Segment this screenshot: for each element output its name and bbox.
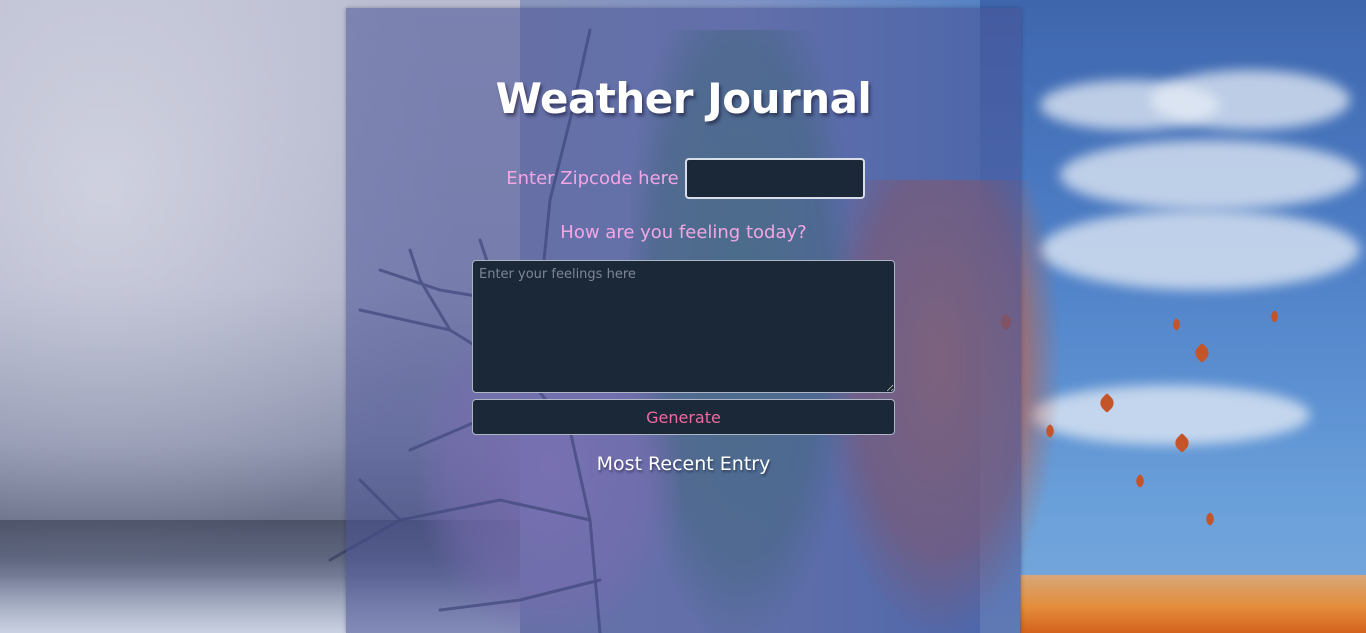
zip-row: Enter Zipcode here <box>346 158 1021 199</box>
cloud <box>1030 385 1310 445</box>
cloud <box>1150 70 1350 130</box>
zipcode-input[interactable] <box>684 158 865 199</box>
autumn-ground <box>1020 575 1366 633</box>
cloud <box>1060 140 1360 210</box>
most-recent-entry-heading: Most Recent Entry <box>596 453 771 475</box>
feelings-textarea[interactable] <box>472 260 895 393</box>
feelings-label-wrap: How are you feeling today? <box>346 222 1021 243</box>
journal-panel: Weather Journal Enter Zipcode here How a… <box>346 8 1021 633</box>
background-scene: Weather Journal Enter Zipcode here How a… <box>0 0 1366 633</box>
page-title: Weather Journal <box>495 74 872 123</box>
feelings-label: How are you feeling today? <box>560 222 807 243</box>
generate-button[interactable]: Generate <box>472 399 895 435</box>
cloud <box>1040 210 1360 290</box>
zip-label: Enter Zipcode here <box>506 168 679 189</box>
